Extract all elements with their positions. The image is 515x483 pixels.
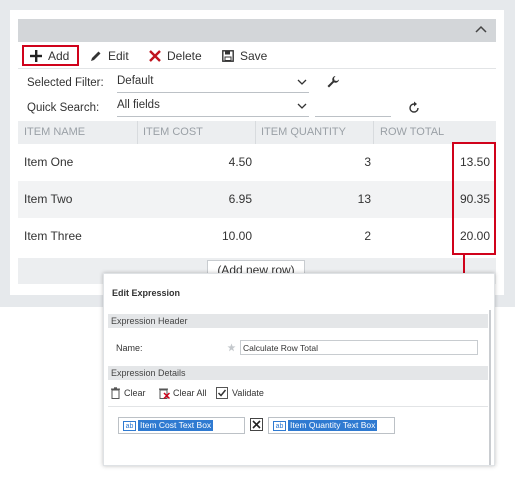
clear-all-label: Clear All [173,388,207,398]
column-header-item-quantity[interactable]: ITEM QUANTITY [261,126,346,138]
collapse-bar[interactable] [18,19,496,42]
expression-token-item-quantity[interactable]: Item Quantity Text Box [288,420,378,431]
chevron-down-icon [297,79,307,85]
expression-token-field[interactable]: ab Item Quantity Text Box [268,417,395,434]
dialog-title: Edit Expression [112,288,181,298]
dialog-divider [108,406,488,407]
selected-filter-value: Default [117,75,154,87]
expression-name-input[interactable]: Calculate Row Total [240,340,478,355]
table-row[interactable]: Item Two 6.95 13 90.35 [18,181,496,218]
chevron-down-icon [297,103,307,109]
column-separator [137,121,138,144]
selected-filter-select[interactable]: Default [117,75,309,93]
cell-item-quantity: 2 [364,229,371,243]
name-label: Name: [116,343,143,353]
grid-header: ITEM NAME ITEM COST ITEM QUANTITY ROW TO… [18,121,496,144]
expression-token-item-cost[interactable]: Item Cost Text Box [138,420,214,431]
table-row[interactable]: Item One 4.50 3 13.50 [18,144,496,181]
clear-button[interactable]: Clear [110,387,146,399]
row-total-highlight-box [452,142,496,255]
save-label: Save [240,48,268,63]
cell-item-cost: 4.50 [228,155,252,169]
column-header-item-name[interactable]: ITEM NAME [24,126,85,138]
required-asterisk-icon [227,343,236,352]
selected-filter-label: Selected Filter: [27,77,104,89]
trash-x-icon [159,388,170,399]
quick-search-field-select[interactable]: All fields [117,99,309,117]
column-separator [255,121,256,144]
cell-item-name: Item Two [24,192,73,206]
cell-item-quantity: 13 [357,192,371,206]
clear-label: Clear [124,388,146,398]
quick-search-field-value: All fields [117,99,160,111]
edit-label: Edit [108,48,129,63]
plus-icon [30,49,42,62]
textbox-icon: ab [273,421,286,431]
pencil-icon [91,51,101,61]
add-label: Add [48,48,70,63]
add-button[interactable]: Add [22,45,79,66]
cell-item-cost: 6.95 [228,192,252,206]
column-separator [373,121,374,144]
cell-item-name: Item One [24,155,74,169]
quick-search-label: Quick Search: [27,102,100,114]
save-button[interactable]: Save [222,45,267,66]
toolbar-divider [18,68,496,69]
chevron-up-icon[interactable] [474,22,488,36]
dialog-scrollbar[interactable] [489,310,491,465]
trash-icon [111,387,120,399]
delete-x-icon [149,49,161,62]
cell-item-cost: 10.00 [221,229,252,243]
checkbox-check-icon [216,387,228,399]
textbox-icon: ab [123,421,136,431]
expression-token-field[interactable]: ab Item Cost Text Box [118,417,245,434]
validate-button[interactable]: Validate [216,387,264,399]
cell-item-name: Item Three [24,229,82,243]
validate-label: Validate [232,388,264,398]
delete-button[interactable]: Delete [149,45,202,66]
column-header-row-total[interactable]: ROW TOTAL [380,126,444,138]
multiply-operator-icon[interactable] [250,418,263,431]
quick-search-input[interactable] [315,99,391,117]
wrench-icon[interactable] [326,75,340,89]
column-header-item-cost[interactable]: ITEM COST [143,126,203,138]
floppy-disk-icon [222,49,234,62]
clear-all-button[interactable]: Clear All [158,387,207,399]
expression-details-section: Expression Details [108,366,488,380]
refresh-icon[interactable] [407,101,421,115]
table-row[interactable]: Item Three 10.00 2 20.00 [18,218,496,255]
expression-header-section: Expression Header [108,314,488,328]
delete-label: Delete [167,48,202,63]
edit-button[interactable]: Edit [90,45,129,66]
cell-item-quantity: 3 [364,155,371,169]
